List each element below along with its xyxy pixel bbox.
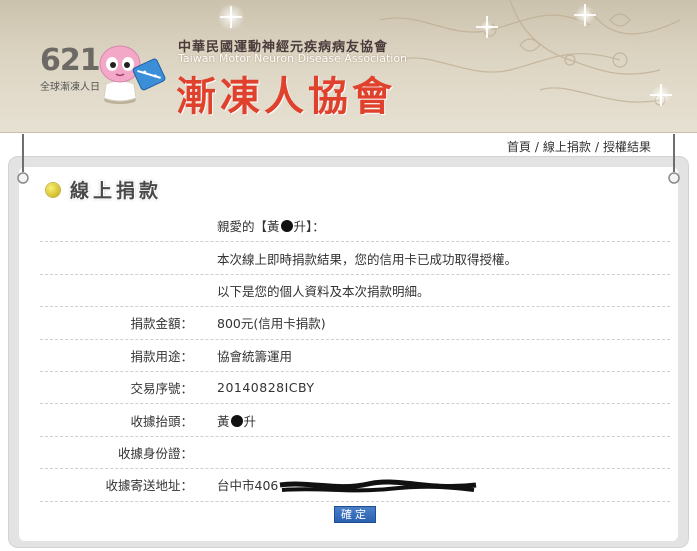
detail-label: 收據抬頭：: [130, 413, 193, 429]
detail-label: 捐款金額：: [130, 316, 193, 332]
floral-decoration: [379, 0, 681, 106]
detail-value: 黃升: [217, 413, 257, 429]
greeting-row: 親愛的【黃 升】：: [40, 210, 670, 243]
detail-row-transaction-id: 交易序號： 20140828ICBY: [40, 372, 670, 405]
org-title: 漸凍人協會: [176, 74, 396, 120]
detail-row-purpose: 捐款用途： 協會統籌運用: [40, 340, 670, 372]
message-row: 以下是您的個人資料及本次捐款明細。: [40, 275, 670, 308]
detail-value: 800元(信用卡捐款): [217, 316, 326, 332]
sparkle-icon: [476, 16, 498, 38]
breadcrumb-separator: /: [594, 140, 599, 154]
message-row: 本次線上即時捐款結果，您的信用卡已成功取得授權。: [40, 242, 670, 275]
detail-row-receipt-id: 收據身份證：: [40, 437, 670, 470]
breadcrumb-current: 授權結果: [602, 140, 651, 154]
detail-row-receipt-title: 收據抬頭： 黃升: [40, 404, 670, 437]
breadcrumb-home-link[interactable]: 首頁: [507, 140, 531, 154]
donation-result-table: 親愛的【黃 升】： 本次線上即時捐款結果，您的信用卡已成功取得授權。 以下是您的個…: [40, 210, 670, 502]
detail-value: 協會統籌運用: [217, 348, 293, 364]
confirm-area: 確定: [334, 506, 376, 523]
detail-label: 收據身份證：: [117, 445, 193, 461]
detail-label: 交易序號：: [130, 381, 193, 397]
detail-value: 20140828ICBY: [217, 380, 315, 396]
confirm-button[interactable]: 確定: [334, 506, 376, 523]
breadcrumb-donation-link[interactable]: 線上捐款: [543, 140, 591, 154]
sparkle-icon: [650, 84, 672, 106]
detail-row-address: 收據寄送地址： 台中市406: [40, 469, 670, 502]
mascot-logo-icon: [99, 45, 166, 104]
detail-row-amount: 捐款金額： 800元(信用卡捐款): [40, 307, 670, 340]
authorization-message: 本次線上即時捐款結果，您的信用卡已成功取得授權。: [217, 251, 518, 267]
redaction-mark: [280, 220, 293, 233]
sparkle-icon: [216, 2, 246, 32]
detail-label: 收據寄送地址：: [105, 478, 193, 494]
pin-right-icon: [668, 134, 680, 184]
breadcrumb: 首頁 / 線上捐款 / 授權結果: [507, 138, 651, 155]
section-header: 線上捐款: [46, 176, 162, 203]
section-title: 線上捐款: [70, 180, 163, 202]
detail-value: 台中市406: [205, 475, 478, 495]
detail-label: 捐款用途：: [130, 348, 193, 364]
greeting-text: 親愛的【黃 升】：: [217, 219, 325, 235]
details-intro-message: 以下是您的個人資料及本次捐款明細。: [217, 283, 430, 299]
redaction-mark: [230, 414, 243, 427]
pin-left-icon: [17, 134, 29, 184]
bullet-icon: [46, 182, 60, 197]
breadcrumb-separator: /: [534, 140, 539, 154]
header-banner: 621 全球漸凍人日 中華民國運動神經元疾病病友協會 Taiwan Motor …: [0, 0, 697, 133]
redaction-scribble: [280, 479, 477, 492]
sparkle-icon: [574, 4, 596, 26]
